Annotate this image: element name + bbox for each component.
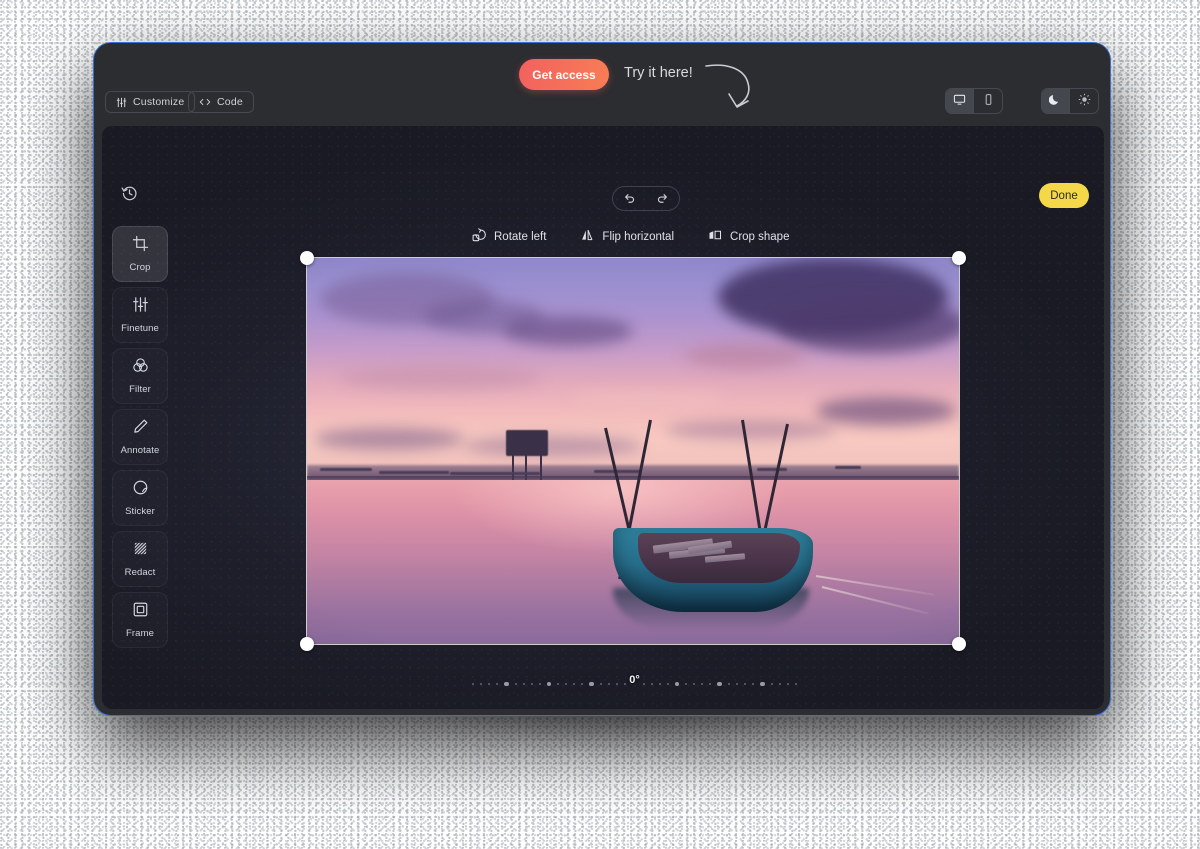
flip-horizontal-icon [580,228,594,245]
redo-button[interactable] [646,187,679,210]
code-button[interactable]: Code [188,91,254,113]
tool-filter[interactable]: Filter [112,348,168,404]
rotation-ruler[interactable]: 0° [472,674,797,694]
curved-arrow-icon [705,64,750,108]
sliders-icon [116,97,127,108]
chrome-bar: Customize Code Get access Try it here! [94,43,1110,126]
crop-handle-top-left[interactable] [300,251,314,265]
tool-redact-label: Redact [124,567,156,578]
history-icon [121,185,138,205]
tool-redact[interactable]: Redact [112,531,168,587]
sliders-icon [132,296,149,318]
code-brackets-icon [199,97,211,107]
crop-shape-label: Crop shape [730,230,790,243]
pencil-icon [132,418,149,440]
tool-crop-label: Crop [129,262,151,273]
crop-frame[interactable] [300,251,966,651]
nested-square-icon [132,601,149,623]
flip-horizontal-label: Flip horizontal [602,230,675,243]
customize-button[interactable]: Customize [105,91,196,113]
speech-bubble-icon [132,479,149,501]
crop-shape-icon [708,228,722,245]
code-button-label: Code [217,96,243,108]
rotate-left-button[interactable]: Rotate left [472,228,546,245]
rotation-value: 0° [629,674,640,686]
dark-mode-button[interactable] [1042,89,1070,113]
tool-annotate-label: Annotate [120,445,160,456]
flip-horizontal-button[interactable]: Flip horizontal [580,228,674,245]
app-window: Customize Code Get access Try it here! D… [93,42,1111,716]
rotate-left-icon [472,228,486,245]
crop-icon [132,235,149,257]
try-it-here-label: Try it here! [624,65,693,81]
customize-button-label: Customize [133,96,185,108]
theme-toggle-group[interactable] [1041,88,1099,114]
desktop-view-button[interactable] [946,89,974,113]
edited-photo [307,258,959,644]
image-vignette [307,258,959,644]
tool-sticker-label: Sticker [125,506,155,517]
crop-handle-bottom-left[interactable] [300,637,314,651]
device-toggle-group[interactable] [945,88,1003,114]
tool-frame[interactable]: Frame [112,592,168,648]
history-button[interactable] [116,182,142,208]
tool-sticker[interactable]: Sticker [112,470,168,526]
crop-handle-top-right[interactable] [952,251,966,265]
light-mode-button[interactable] [1070,89,1098,113]
get-access-button[interactable]: Get access [519,59,609,90]
done-button[interactable]: Done [1039,183,1089,208]
moon-icon [1048,93,1062,109]
rotate-left-label: Rotate left [494,230,547,243]
image-editor-panel: Done Crop Finetune Filter Annotate Stick… [102,126,1104,709]
redo-icon [656,191,669,207]
crop-toolbar: Rotate left Flip horizontal Crop shape [472,228,789,245]
tool-filter-label: Filter [129,384,151,395]
hatched-square-icon [132,540,149,562]
undo-redo-group[interactable] [612,186,680,211]
mobile-view-button[interactable] [974,89,1002,113]
phone-icon [982,93,995,109]
crop-handle-bottom-right[interactable] [952,637,966,651]
tool-sidebar: Crop Finetune Filter Annotate Sticker Re… [112,226,168,648]
tool-annotate[interactable]: Annotate [112,409,168,465]
undo-icon [623,191,636,207]
color-circles-icon [132,357,149,379]
undo-button[interactable] [613,187,646,210]
tool-frame-label: Frame [126,628,154,639]
crop-shape-button[interactable]: Crop shape [708,228,789,245]
monitor-icon [953,93,966,109]
tool-crop[interactable]: Crop [112,226,168,282]
sun-icon [1078,93,1091,109]
tool-finetune[interactable]: Finetune [112,287,168,343]
tool-finetune-label: Finetune [121,323,159,334]
